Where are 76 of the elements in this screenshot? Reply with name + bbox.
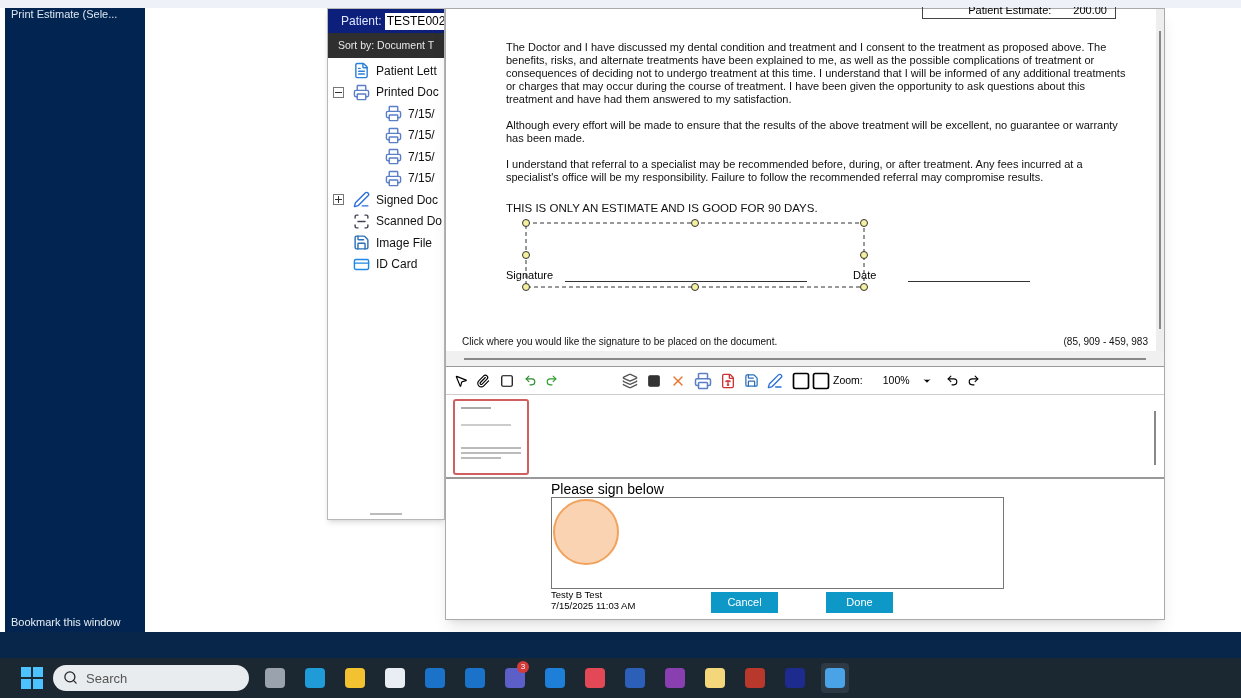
signature-pad[interactable] (551, 497, 1004, 589)
tree-item[interactable]: ID Card (376, 255, 418, 274)
printed-icon (353, 83, 370, 101)
horizontal-scrollbar[interactable] (446, 351, 1164, 367)
signed-icon (353, 191, 370, 209)
page-thumbnail[interactable] (453, 399, 529, 475)
tree-item[interactable]: Patient Lett (376, 61, 437, 80)
app-icon (465, 668, 485, 688)
timestamp: 7/15/2025 11:03 AM (551, 600, 637, 611)
vertical-scrollbar[interactable] (1156, 9, 1164, 351)
tree-item[interactable]: Image File (376, 233, 433, 252)
forward-arrow-icon[interactable] (545, 374, 558, 387)
consent-paragraph: I understand that referral to a specialist may be recommended before, during, or after treatment. Any fees incurred at a specialist's office will be my responsibility. Failure to follow the recommended referral may compromise results. (506, 158, 1084, 184)
rotate-left-icon[interactable] (945, 374, 959, 387)
sidebar-item[interactable]: Print Estimate (Sele... (11, 8, 139, 20)
printed-icon (385, 148, 402, 166)
app-icon (345, 668, 365, 688)
printed-icon (385, 126, 402, 144)
consent-paragraph: Although every effort will be made to ensure that the results of the above treatment will be excellent, no guarantee or warranty has been made. (506, 119, 1119, 145)
estimate-notice: THIS IS ONLY AN ESTIMATE AND IS GOOD FOR 90 DAYS. (506, 201, 819, 216)
consent-paragraph: The Doctor and I have discussed my dental condition and treatment and I consent to the treatment as proposed above. The benefits, risks, and alternate treatments have been explained to me, as well as the possible complications of treatment or consequences of deciding not to undergo treatment at this time. I understand that I will be informed of any additional treatments or charges that may occur during the course of treatment. I have been given the opportunity to ask questions about this treatment and have had them answered to my satisfaction. (506, 41, 1126, 106)
save-icon[interactable] (744, 373, 759, 388)
tree-item[interactable]: Printed Doc (376, 83, 439, 102)
status-hint: Click where you would like the signature to be placed on the document. (462, 335, 778, 349)
tree-item[interactable]: 7/15/ (408, 126, 435, 145)
paperclip-tool-icon[interactable] (476, 373, 490, 388)
app-icon (505, 668, 525, 688)
printer-icon[interactable] (694, 371, 712, 390)
printed-icon (385, 169, 402, 187)
sort-bar[interactable]: Sort by: Document T (328, 33, 444, 58)
signature-label: Signature (506, 268, 554, 284)
tree-item[interactable]: Scanned Do (376, 212, 443, 231)
start-icon[interactable] (21, 667, 43, 689)
expand-toggle[interactable] (333, 194, 344, 206)
estimate-label: Patient Estimate: (968, 7, 1052, 18)
signer-name: Testy B Test (551, 589, 604, 600)
tree-item[interactable]: 7/15/ (408, 169, 435, 188)
app-icon (745, 668, 765, 688)
search-field[interactable]: Search (53, 665, 249, 691)
layers-icon[interactable] (622, 372, 638, 389)
rotate-right-icon[interactable] (966, 374, 980, 387)
coordinates: (85, 909 - 459, 983 (1063, 335, 1148, 349)
estimate-value: 200.00 (1073, 7, 1107, 18)
frame-tool-icon[interactable] (498, 373, 516, 388)
tree-item[interactable]: 7/15/ (408, 104, 435, 123)
bookmark-link[interactable]: Bookmark this window (11, 613, 139, 630)
app-icon (385, 668, 405, 688)
sign-icon[interactable] (767, 372, 783, 389)
taskbar-app[interactable]: 3 (501, 663, 529, 693)
patient-label: Patient: (341, 13, 382, 30)
search-icon (63, 670, 78, 685)
patient-field[interactable]: TESTE002 (384, 12, 444, 30)
notification-badge: 3 (517, 661, 529, 673)
app-icon (585, 668, 605, 688)
collapse-toggle[interactable] (333, 86, 344, 98)
app-icon (705, 668, 725, 688)
printed-icon (385, 105, 402, 123)
sign-title: Please sign below (551, 481, 665, 497)
app-icon (305, 668, 325, 688)
pointer-tool-icon[interactable] (454, 373, 468, 388)
pdf-icon[interactable] (720, 372, 736, 389)
app-icon (825, 668, 845, 688)
letter-icon (353, 62, 370, 80)
back-arrow-icon[interactable] (524, 374, 537, 387)
tree-item[interactable]: 7/15/ (408, 147, 435, 166)
zoom-dropdown[interactable]: 100% (882, 372, 932, 389)
zoom-label: Zoom: (833, 372, 863, 388)
app-icon (545, 668, 565, 688)
app-icon (425, 668, 445, 688)
app-icon (785, 668, 805, 688)
tree-item[interactable]: Signed Doc (376, 190, 439, 209)
app-icon (665, 668, 685, 688)
date-label: Date (853, 268, 877, 284)
app-icon (265, 668, 285, 688)
scanned-icon (353, 212, 370, 230)
app-icon (625, 668, 645, 688)
